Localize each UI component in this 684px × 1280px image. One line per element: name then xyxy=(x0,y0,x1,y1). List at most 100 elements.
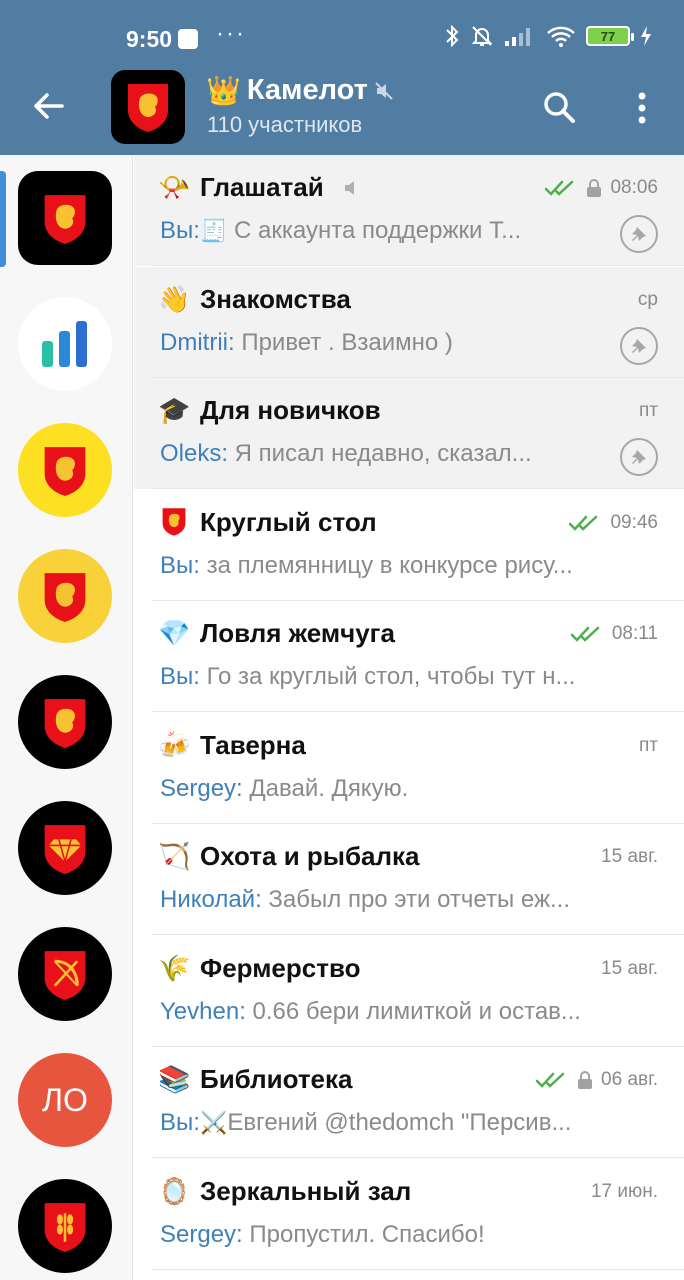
double-check-icon xyxy=(570,626,600,642)
pin-icon xyxy=(632,227,646,241)
sidebar-topic-3[interactable] xyxy=(18,423,112,517)
row-divider xyxy=(152,1268,684,1270)
topic-name: Знакомства xyxy=(200,283,351,314)
topic-emoji-icon: 👋 xyxy=(158,283,191,314)
topic-time: 17 июн. xyxy=(590,1180,658,1202)
chat-header: 👑 Камелот 110 участников xyxy=(0,60,684,155)
sidebar-topic-4[interactable] xyxy=(18,549,112,643)
more-vertical-icon[interactable] xyxy=(626,86,658,130)
last-message: Yevhen: 0.66 бери лимиткой и остав... xyxy=(160,998,645,1026)
topic-row[interactable]: 🎓 Для новичков пт Oleks: Я писал недавно, с… xyxy=(134,378,684,489)
active-indicator xyxy=(0,171,6,267)
pin-button[interactable] xyxy=(620,215,658,253)
bar-chart-icon xyxy=(42,321,87,367)
message-sender: Sergey: xyxy=(160,774,243,802)
group-avatar[interactable] xyxy=(111,70,185,144)
topic-meta: ср xyxy=(638,289,658,311)
topic-row[interactable]: 📚 Библиотека 06 авг. Вы:⚔️Евгений @thedomch… xyxy=(134,1047,684,1158)
back-arrow-icon[interactable] xyxy=(26,84,70,128)
signal-icon xyxy=(505,28,530,46)
topic-name: Фермерство xyxy=(200,952,361,983)
lion-shield-icon xyxy=(44,698,86,748)
topic-time: 09:46 xyxy=(610,511,658,533)
topic-row[interactable]: Круглый стол 09:46 Вы: за племянницу в кон… xyxy=(134,490,684,601)
sidebar-topic-5[interactable] xyxy=(18,675,112,769)
search-icon[interactable] xyxy=(538,86,582,130)
message-text: С аккаунта поддержки Т... xyxy=(227,217,522,244)
topic-time: 08:06 xyxy=(610,177,658,198)
pin-button[interactable] xyxy=(620,326,658,365)
last-message: Вы: Го за круглый стол, чтобы тут н... xyxy=(160,663,645,691)
topic-meta: 15 авг. xyxy=(601,846,658,868)
status-bar: 9:50 ··· 77 xyxy=(0,0,684,60)
charging-icon xyxy=(641,26,651,46)
battery-icon: 77 xyxy=(586,26,634,46)
lock-icon xyxy=(587,179,602,197)
sidebar-topic-6[interactable] xyxy=(18,801,112,895)
diamond-shield-icon xyxy=(44,824,86,874)
topic-emoji-icon: 📯 xyxy=(158,172,191,202)
topic-meta: 15 авг. xyxy=(601,958,658,980)
double-check-icon xyxy=(535,1072,565,1088)
topic-name: Библиотека xyxy=(200,1064,353,1094)
avatar-initials: ЛО xyxy=(42,1081,88,1118)
topic-row[interactable]: 🌾 Фермерство 15 авг. Yevhen: 0.66 бери лими… xyxy=(134,936,684,1047)
topic-meta: 09:46 xyxy=(568,512,658,534)
topic-row[interactable]: 🪞 Зеркальный зал 17 июн. Sergey: Пропустил.… xyxy=(134,1159,684,1270)
topic-time: 15 авг. xyxy=(601,957,658,979)
pin-button[interactable] xyxy=(620,438,658,476)
topic-meta: 06 авг. xyxy=(535,1069,658,1091)
message-sender: Вы: xyxy=(160,663,200,690)
group-name: Камелот xyxy=(246,74,368,106)
last-message: Вы:🧾 С аккаунта поддержки Т... xyxy=(160,217,590,245)
topic-row[interactable]: 📯 Глашатай 08:06 Вы:🧾 С аккаунта поддержки … xyxy=(134,155,684,266)
topic-name: Ловля жемчуга xyxy=(200,618,395,648)
notification-icon xyxy=(178,29,198,49)
message-text: Го за круглый стол, чтобы тут н... xyxy=(199,663,576,690)
message-sender: Sergey: xyxy=(160,1220,243,1248)
topic-time: 08:11 xyxy=(611,623,658,644)
sidebar-topic-7[interactable] xyxy=(18,927,112,1021)
last-message: Sergey: Пропустил. Спасибо! xyxy=(160,1221,645,1249)
last-message: Oleks: Я писал недавно, сказал... xyxy=(160,440,590,468)
topic-meta: пт xyxy=(639,400,658,422)
message-text: Евгений @thedomch "Персив... xyxy=(227,1109,572,1136)
pin-icon xyxy=(632,450,646,464)
topic-meta: пт xyxy=(639,735,658,757)
topic-row[interactable]: 💎 Ловля жемчуга 08:11 Вы: Го за круглый сто… xyxy=(134,601,684,712)
pin-icon xyxy=(632,338,646,353)
topic-row[interactable]: 👋 Знакомства ср Dmitrii: Привет . Взаимно ) xyxy=(134,266,684,378)
topic-emoji-icon: 🏹 xyxy=(158,841,191,871)
topic-row[interactable]: 🏹 Охота и рыбалка 15 авг. Николай: Забыл пр… xyxy=(134,824,684,935)
lock-icon xyxy=(578,1071,593,1089)
last-message: Sergey: Давай. Дякую. xyxy=(160,775,645,803)
topic-time: ср xyxy=(637,288,658,310)
topic-emoji-icon: 🍻 xyxy=(158,729,191,760)
topic-emoji-icon: 📚 xyxy=(158,1064,191,1094)
sidebar-topic-2[interactable] xyxy=(18,297,112,391)
lion-shield-icon xyxy=(44,572,86,622)
message-text: Я писал недавно, сказал... xyxy=(228,440,532,467)
crown-icon: 👑 xyxy=(206,75,241,106)
bluetooth-icon xyxy=(446,24,459,48)
message-emoji-icon: ⚔️ xyxy=(199,1110,228,1135)
sidebar-topic-8[interactable]: ЛО xyxy=(18,1053,112,1147)
wifi-icon xyxy=(547,26,575,47)
topic-row[interactable]: 🍻 Таверна пт Sergey: Давай. Дякую. xyxy=(134,713,684,824)
message-sender: Вы: xyxy=(160,1109,200,1136)
topic-emoji-icon: 💎 xyxy=(158,618,191,648)
topic-name: Зеркальный зал xyxy=(200,1175,412,1206)
message-text: 0.66 бери лимиткой и остав... xyxy=(245,997,581,1025)
message-emoji-icon: 🧾 xyxy=(199,218,228,243)
sidebar-topic-9[interactable] xyxy=(18,1179,112,1273)
sidebar-topic-1[interactable] xyxy=(18,171,112,265)
topics-sidebar: ЛО xyxy=(0,155,133,1280)
topic-emoji-icon: 🌾 xyxy=(158,952,191,983)
message-sender: Вы: xyxy=(160,217,200,244)
topic-time: 06 авг. xyxy=(601,1069,658,1090)
group-title[interactable]: 👑 Камелот xyxy=(206,74,394,107)
more-notifications-icon: ··· xyxy=(216,20,246,47)
message-sender: Николай: xyxy=(160,886,262,913)
lion-shield-icon xyxy=(128,84,168,132)
status-time: 9:50 xyxy=(126,26,173,52)
